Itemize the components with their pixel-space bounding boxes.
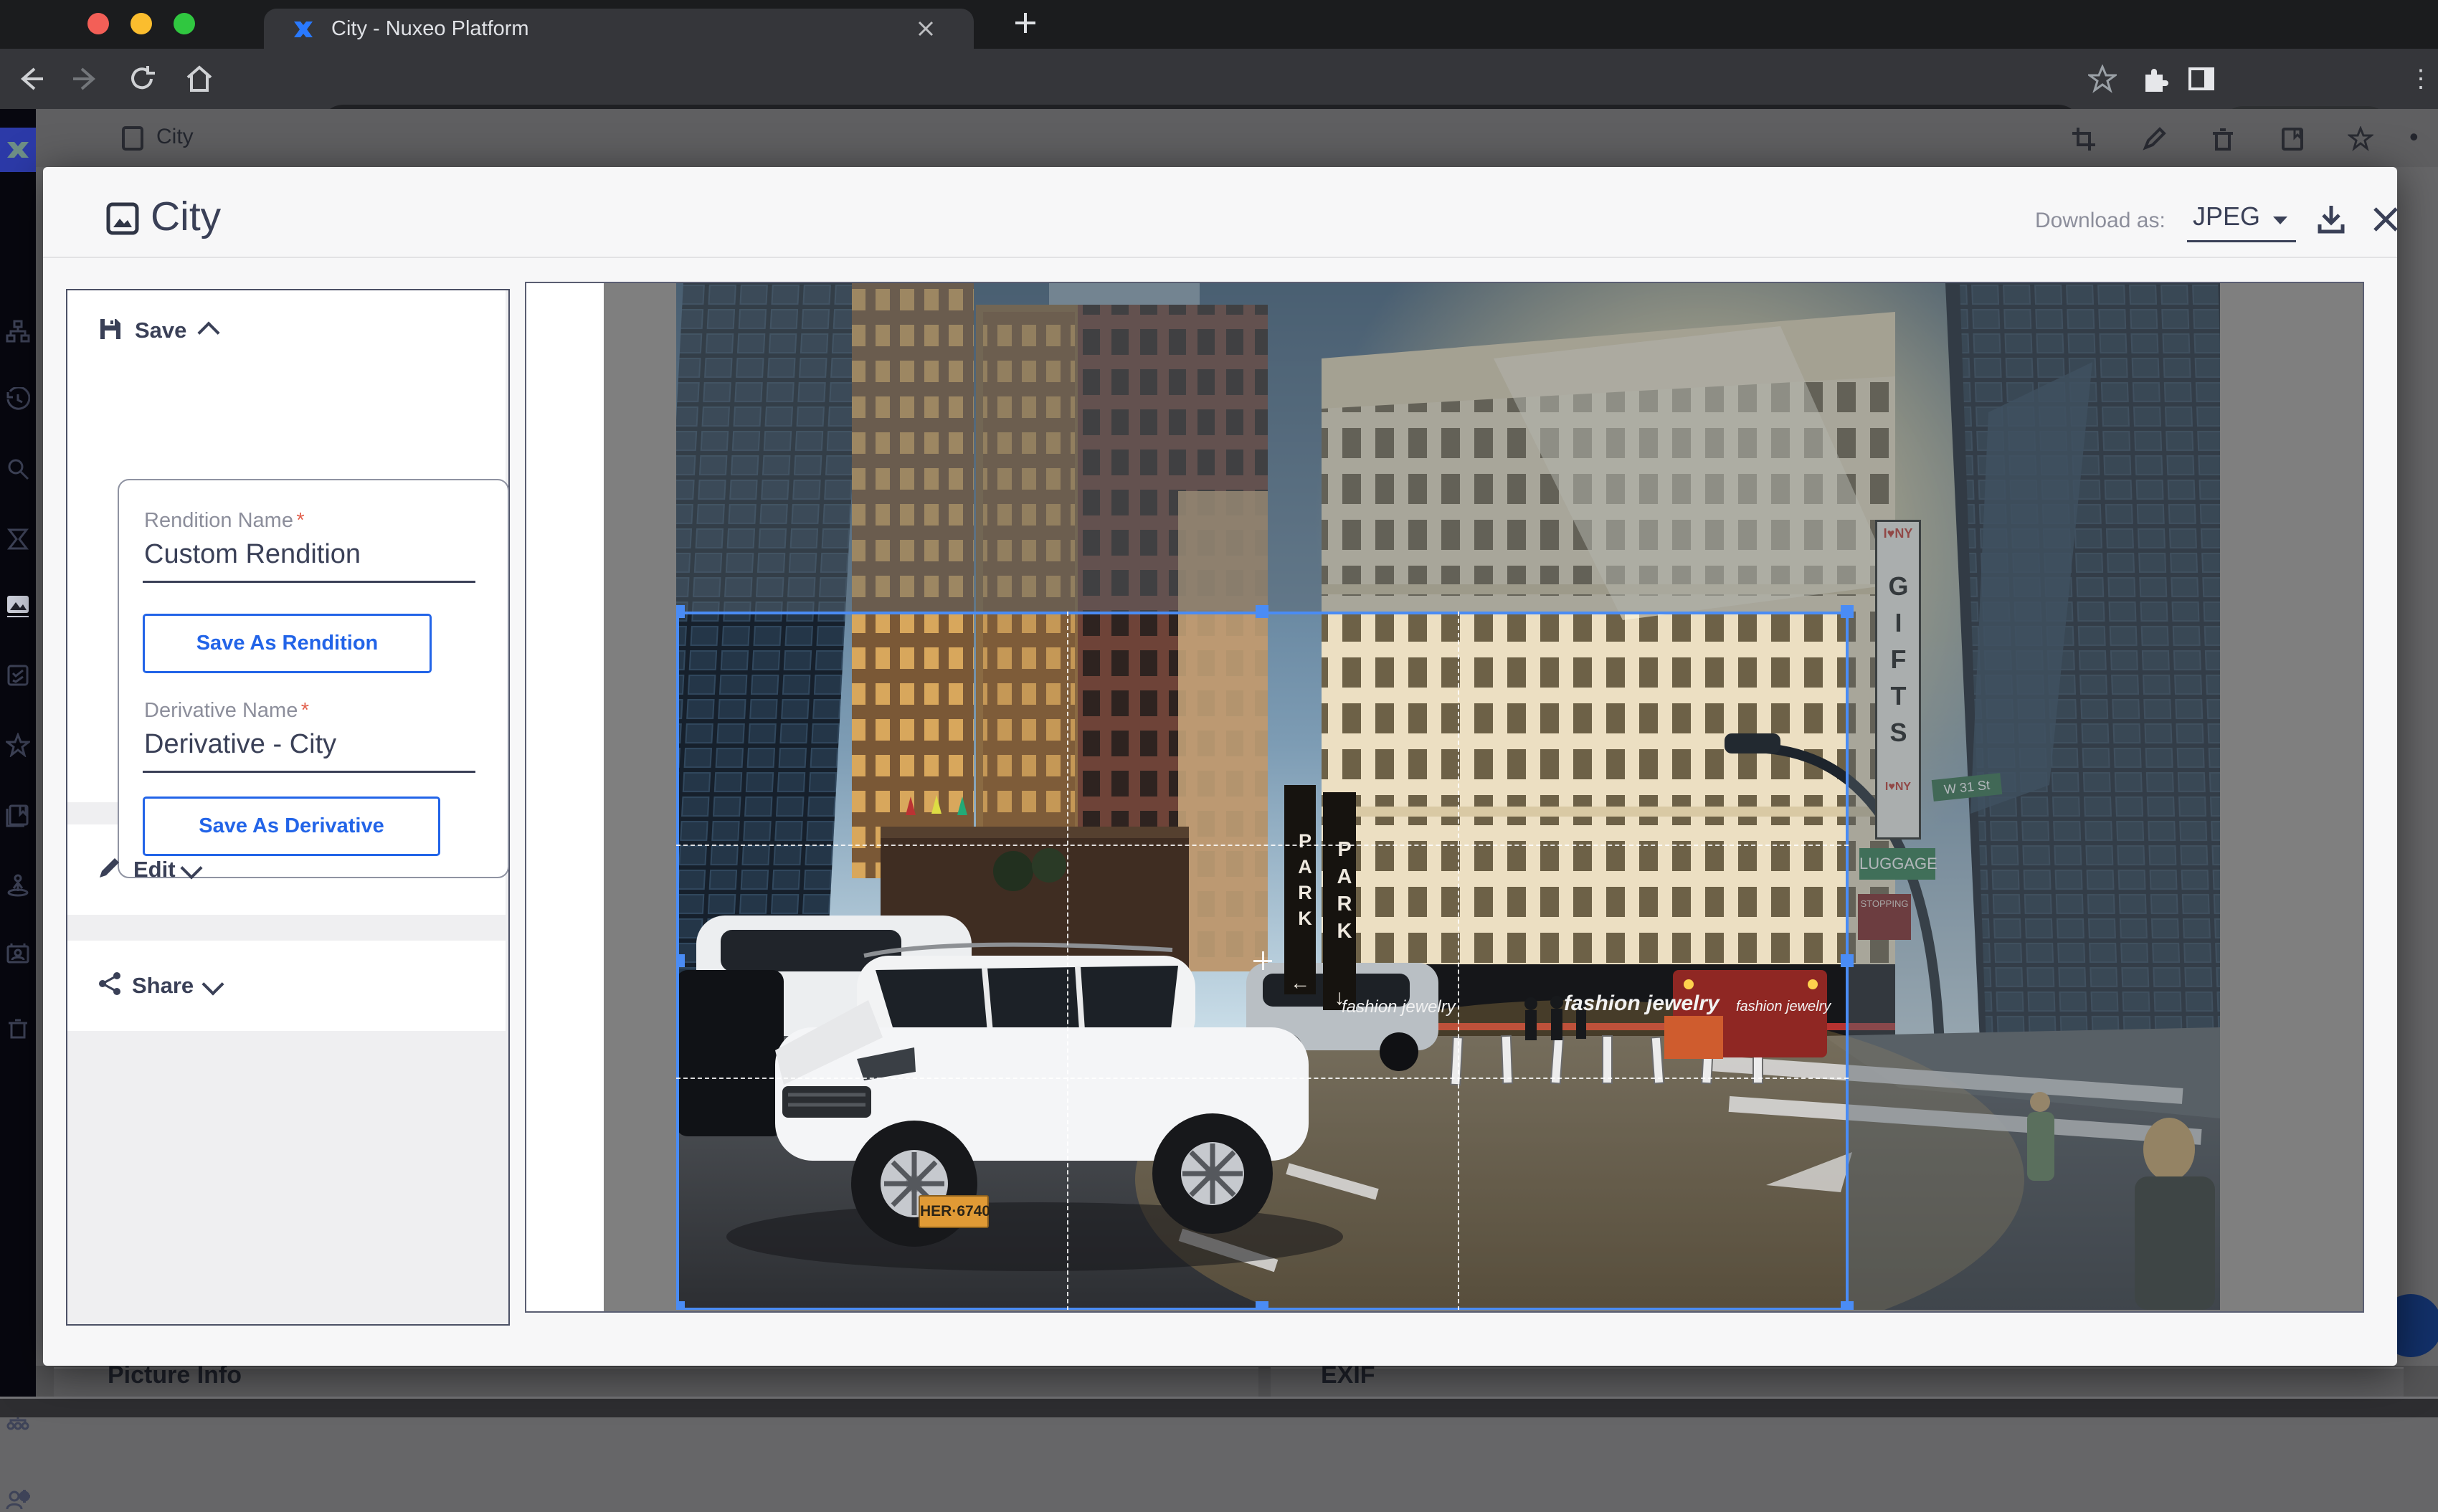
screen: City - Nuxeo Platform platform-nmm-pr-29… <box>0 0 2438 1415</box>
nuxeo-favicon <box>293 19 314 40</box>
breadcrumb: City <box>156 125 194 149</box>
rendition-input-underline <box>143 581 475 583</box>
save-floppy-icon <box>98 316 123 342</box>
crop-handle-nw[interactable] <box>676 605 685 618</box>
download-format-value: JPEG <box>2193 201 2260 232</box>
share-icon <box>98 971 122 996</box>
chevron-down-icon <box>2272 214 2289 227</box>
recents-history-icon[interactable] <box>6 387 30 412</box>
background-page-header: City • <box>36 109 2438 167</box>
back-icon[interactable] <box>16 65 44 93</box>
user-profile-card-icon[interactable] <box>6 941 30 966</box>
browser-tab-strip: City - Nuxeo Platform <box>0 0 2438 49</box>
image-editor-dialog: City Download as: JPEG Save Rendition Na… <box>43 167 2397 1366</box>
crop-dim-top <box>676 283 2220 612</box>
bookmark-star-icon[interactable] <box>2088 65 2117 93</box>
crop-handle-se[interactable] <box>1841 1301 1854 1310</box>
collections-icon <box>2279 126 2305 152</box>
checklist-icon[interactable] <box>6 663 30 688</box>
crop-handle-w[interactable] <box>676 954 685 967</box>
reload-icon[interactable] <box>128 65 156 93</box>
crop-guide-horizontal <box>676 845 1849 846</box>
crop-handle-s[interactable] <box>1256 1301 1268 1310</box>
favorite-icon <box>2348 126 2373 152</box>
save-card: Rendition Name * Custom Rendition Save A… <box>118 479 509 878</box>
tab-close-icon[interactable] <box>916 19 935 38</box>
derivative-input-underline <box>143 771 475 773</box>
derivative-name-input[interactable]: Derivative - City <box>144 729 336 760</box>
browser-toolbar: platform-nmm-pr-29-preview.platform.dev.… <box>0 49 2438 109</box>
download-icon[interactable] <box>2315 203 2348 236</box>
browser-tab[interactable]: City - Nuxeo Platform <box>264 9 974 49</box>
crop-handle-sw[interactable] <box>676 1301 685 1310</box>
download-as-label: Download as: <box>2035 209 2166 233</box>
edit-pencil-icon <box>98 855 122 880</box>
save-as-derivative-button[interactable]: Save As Derivative <box>143 797 440 856</box>
tasks-hourglass-icon[interactable] <box>6 527 30 551</box>
edit-header-label[interactable]: Edit <box>133 857 176 883</box>
crop-center-cross <box>1262 951 1264 970</box>
crop-guide-horizontal <box>676 1078 1849 1079</box>
edit-pen-icon <box>2141 126 2167 152</box>
close-icon[interactable] <box>2371 204 2401 234</box>
more-actions-icon: • <box>2409 122 2419 152</box>
extensions-icon[interactable] <box>2140 65 2168 93</box>
crop-guide-vertical <box>1458 612 1459 1310</box>
dialog-title: City <box>151 193 221 240</box>
mac-close-button[interactable] <box>87 13 109 34</box>
image-icon <box>105 201 140 236</box>
collections-book-icon[interactable] <box>6 803 30 827</box>
nuxeo-logo[interactable] <box>0 128 36 172</box>
save-header-label[interactable]: Save <box>135 318 186 343</box>
background-section-title: Picture Info <box>108 1366 242 1389</box>
crop-handle-n[interactable] <box>1256 605 1268 618</box>
crop-handle-e[interactable] <box>1841 954 1854 967</box>
download-format-select[interactable]: JPEG <box>2187 201 2296 242</box>
personal-space-icon[interactable] <box>6 873 30 897</box>
mac-minimize-button[interactable] <box>131 13 152 34</box>
image-viewer: PARK ← PARK ↓ fashion jewelry fashion je… <box>525 282 2364 1313</box>
trash-icon[interactable] <box>6 1017 30 1041</box>
crop-dim-right <box>1849 612 2220 1310</box>
delete-icon <box>2210 126 2236 152</box>
home-icon[interactable] <box>184 63 215 95</box>
app-sidebar <box>0 109 36 1415</box>
tools-panel: Save Rendition Name * Custom Rendition S… <box>66 289 510 1326</box>
favorites-star-icon[interactable] <box>6 733 30 757</box>
background-lower-strip <box>0 1397 2438 1417</box>
compare-icon <box>2071 126 2097 152</box>
crop-guide-vertical <box>1067 612 1068 1310</box>
background-section-title: EXIF <box>1321 1366 1375 1389</box>
forward-icon[interactable] <box>72 65 100 93</box>
side-panel-icon[interactable] <box>2187 65 2216 93</box>
new-tab-icon[interactable] <box>1012 10 1038 36</box>
save-as-rendition-button[interactable]: Save As Rendition <box>143 614 432 673</box>
search-icon[interactable] <box>6 457 30 481</box>
rendition-name-label: Rendition Name * <box>144 509 305 533</box>
crop-handle-ne[interactable] <box>1841 605 1854 618</box>
user-settings-icon[interactable] <box>6 1488 30 1512</box>
assets-icon-active[interactable] <box>6 593 30 617</box>
document-icon <box>120 125 145 152</box>
tab-title: City - Nuxeo Platform <box>331 9 529 49</box>
derivative-name-label: Derivative Name * <box>144 699 309 723</box>
city-photo[interactable]: PARK ← PARK ↓ fashion jewelry fashion je… <box>676 283 2220 1310</box>
mac-zoom-button[interactable] <box>174 13 195 34</box>
header-divider <box>43 257 2397 258</box>
rendition-name-input[interactable]: Custom Rendition <box>144 539 361 570</box>
browse-icon[interactable] <box>6 319 30 343</box>
share-header-label[interactable]: Share <box>132 973 194 999</box>
browser-menu-icon[interactable]: ⋮ <box>2399 49 2438 109</box>
